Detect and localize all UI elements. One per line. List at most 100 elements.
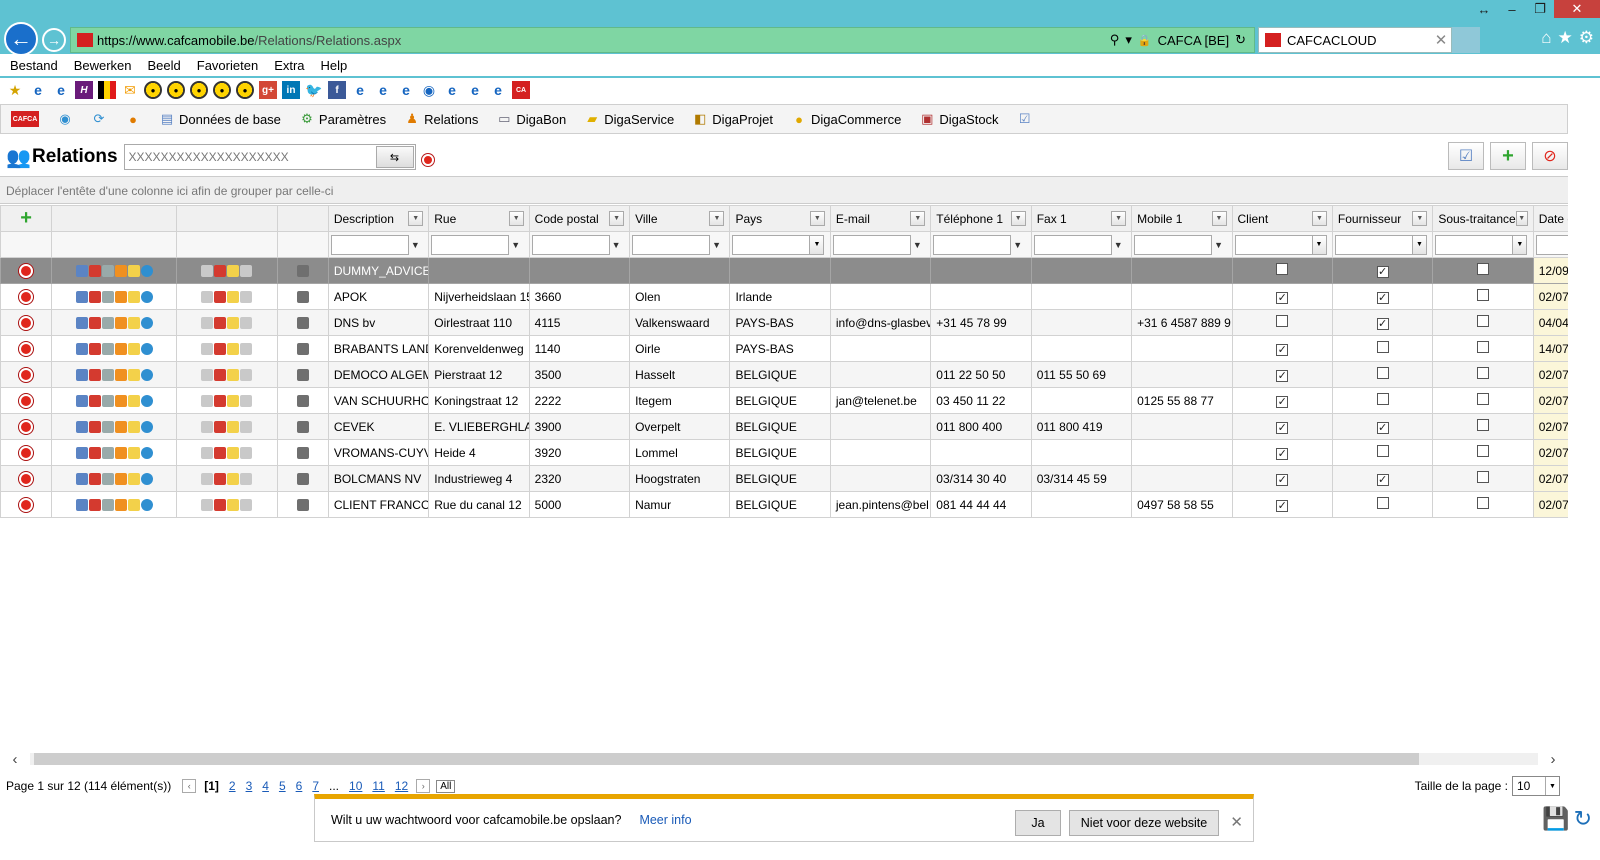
filter-input[interactable] [632, 234, 711, 255]
checkbox[interactable]: ✓ [1276, 343, 1289, 356]
delete-cell[interactable] [0, 257, 53, 284]
ball-icon[interactable]: ● [190, 81, 208, 99]
cell-code-postal[interactable]: 4115 [528, 309, 631, 336]
cell-mobile[interactable] [1131, 465, 1233, 492]
cell-date[interactable]: 02/07/2012 [1532, 413, 1568, 440]
column-menu-icon[interactable]: ▼ [1111, 211, 1127, 226]
globe-icon[interactable]: ◉ [420, 81, 438, 99]
page-link[interactable]: 2 [229, 779, 236, 793]
document-icon[interactable] [201, 264, 214, 277]
close-notification-icon[interactable]: ✕ [1230, 813, 1243, 831]
database-icon[interactable] [75, 420, 88, 433]
tab-close-icon[interactable]: ✕ [1431, 31, 1451, 49]
cell-client[interactable]: ✓ [1231, 465, 1333, 492]
delete-row-icon[interactable] [19, 393, 34, 408]
cell-mobile[interactable]: 0497 58 58 55 [1131, 491, 1233, 518]
table-row[interactable]: CLIENT FRANCOF Rue du canal 12 5000 Namur BE… [0, 491, 1568, 518]
show-all-button[interactable]: All [436, 779, 456, 793]
car-icon[interactable] [88, 316, 101, 329]
no-document-icon[interactable] [214, 472, 227, 485]
globe-icon[interactable] [140, 290, 153, 303]
cell-client[interactable]: ✓ [1231, 335, 1333, 362]
delete-cell[interactable] [0, 309, 53, 336]
globe-icon[interactable] [140, 342, 153, 355]
cell-code-postal[interactable]: 3920 [528, 439, 631, 466]
checkbox[interactable]: ✓ [1276, 369, 1289, 382]
col-mobile[interactable]: Mobile 1 ▼ [1131, 205, 1233, 232]
globe-icon[interactable] [140, 446, 153, 459]
hierarchy-cell[interactable] [276, 257, 329, 284]
checkbox[interactable] [1477, 497, 1490, 509]
car-icon[interactable] [88, 446, 101, 459]
cell-mobile[interactable] [1131, 413, 1233, 440]
page-link[interactable]: 7 [312, 779, 319, 793]
checkbox[interactable]: ✓ [1376, 473, 1389, 486]
linkedin-icon[interactable]: in [282, 81, 300, 99]
cell-description[interactable]: DUMMY_ADVICER [327, 257, 430, 284]
service-icon[interactable] [240, 264, 253, 277]
filter-funnel-icon[interactable]: ▼ [612, 240, 621, 250]
checkbox[interactable] [1276, 315, 1289, 327]
ie-page-icon[interactable]: e [489, 81, 507, 99]
cell-sous-traitance[interactable] [1432, 413, 1534, 440]
mail-icon[interactable] [101, 290, 114, 303]
folder-icon[interactable] [127, 342, 140, 355]
cell-mobile[interactable] [1131, 361, 1233, 388]
cell-sous-traitance[interactable] [1432, 361, 1534, 388]
cell-rue[interactable]: Rue du canal 12 [428, 491, 530, 518]
cell-ville[interactable]: Hoogstraten [629, 465, 731, 492]
cell-description[interactable]: DNS bv [327, 309, 430, 336]
checkbox[interactable] [1477, 367, 1490, 379]
cell-tel[interactable]: 081 44 44 44 [930, 491, 1032, 518]
cell-description[interactable]: CLIENT FRANCOF [327, 491, 430, 518]
delete-button[interactable]: ⊘ [1532, 142, 1568, 170]
col-fax[interactable]: Fax 1 ▼ [1030, 205, 1133, 232]
database-icon[interactable] [75, 394, 88, 407]
table-row[interactable]: VROMANS-CUYVEHeide 43920LommelBELGIQUE ✓ 0… [0, 439, 1568, 466]
car-icon[interactable] [88, 368, 101, 381]
menu-extra[interactable]: Extra [274, 58, 304, 73]
project-icon[interactable] [227, 342, 240, 355]
table-row[interactable]: BRABANTS LANDI Korenveldenweg 1140 Oirle PAY… [0, 335, 1568, 362]
hierarchy-cell[interactable] [276, 413, 329, 440]
cell-sous-traitance[interactable] [1432, 387, 1534, 414]
cell-email[interactable]: jan@telenet.be [829, 387, 932, 414]
folder-icon[interactable] [127, 368, 140, 381]
ie-page-icon[interactable]: e [351, 81, 369, 99]
document-icon[interactable] [201, 368, 214, 381]
checkbox[interactable] [1477, 341, 1490, 353]
delete-row-icon[interactable] [19, 367, 34, 382]
service-icon[interactable] [240, 290, 253, 303]
twitter-icon[interactable]: 🐦 [305, 81, 323, 99]
service-icon[interactable] [240, 420, 253, 433]
cell-fax[interactable]: 011 55 50 69 [1030, 361, 1133, 388]
people-icon[interactable] [114, 420, 127, 433]
project-icon[interactable] [227, 498, 240, 511]
cell-ville[interactable]: Olen [629, 283, 731, 310]
cell-tel[interactable]: 011 22 50 50 [930, 361, 1032, 388]
cell-ville[interactable]: Namur [629, 491, 731, 518]
cafca-logo[interactable]: CAFCA [11, 111, 39, 127]
cell-email[interactable] [829, 465, 932, 492]
checkbox[interactable] [1276, 263, 1289, 275]
hierarchy-icon[interactable] [296, 420, 309, 433]
project-icon[interactable] [227, 472, 240, 485]
delete-cell[interactable] [0, 465, 53, 492]
forward-button[interactable]: → [42, 28, 66, 52]
project-icon[interactable] [227, 264, 240, 277]
cell-client[interactable]: ✓ [1231, 491, 1333, 518]
people-icon[interactable] [114, 290, 127, 303]
cell-code-postal[interactable]: 3900 [528, 413, 631, 440]
cell-date[interactable]: 02/07/2012 [1532, 283, 1568, 310]
ie-page-icon[interactable]: e [443, 81, 461, 99]
scroll-right-icon[interactable]: › [1538, 751, 1568, 768]
horizontal-scrollbar[interactable]: ‹ › [0, 750, 1568, 768]
hierarchy-icon[interactable] [296, 290, 309, 303]
service-icon[interactable] [240, 394, 253, 407]
checkbox[interactable]: ✓ [1276, 395, 1289, 408]
cell-rue[interactable]: Nijverheidslaan 15 [428, 283, 530, 310]
globe-icon[interactable] [140, 316, 153, 329]
url-text[interactable]: https://www.cafcamobile.be/Relations/Rel… [97, 33, 1110, 48]
filter-input[interactable] [431, 234, 510, 255]
mail-icon[interactable] [101, 342, 114, 355]
